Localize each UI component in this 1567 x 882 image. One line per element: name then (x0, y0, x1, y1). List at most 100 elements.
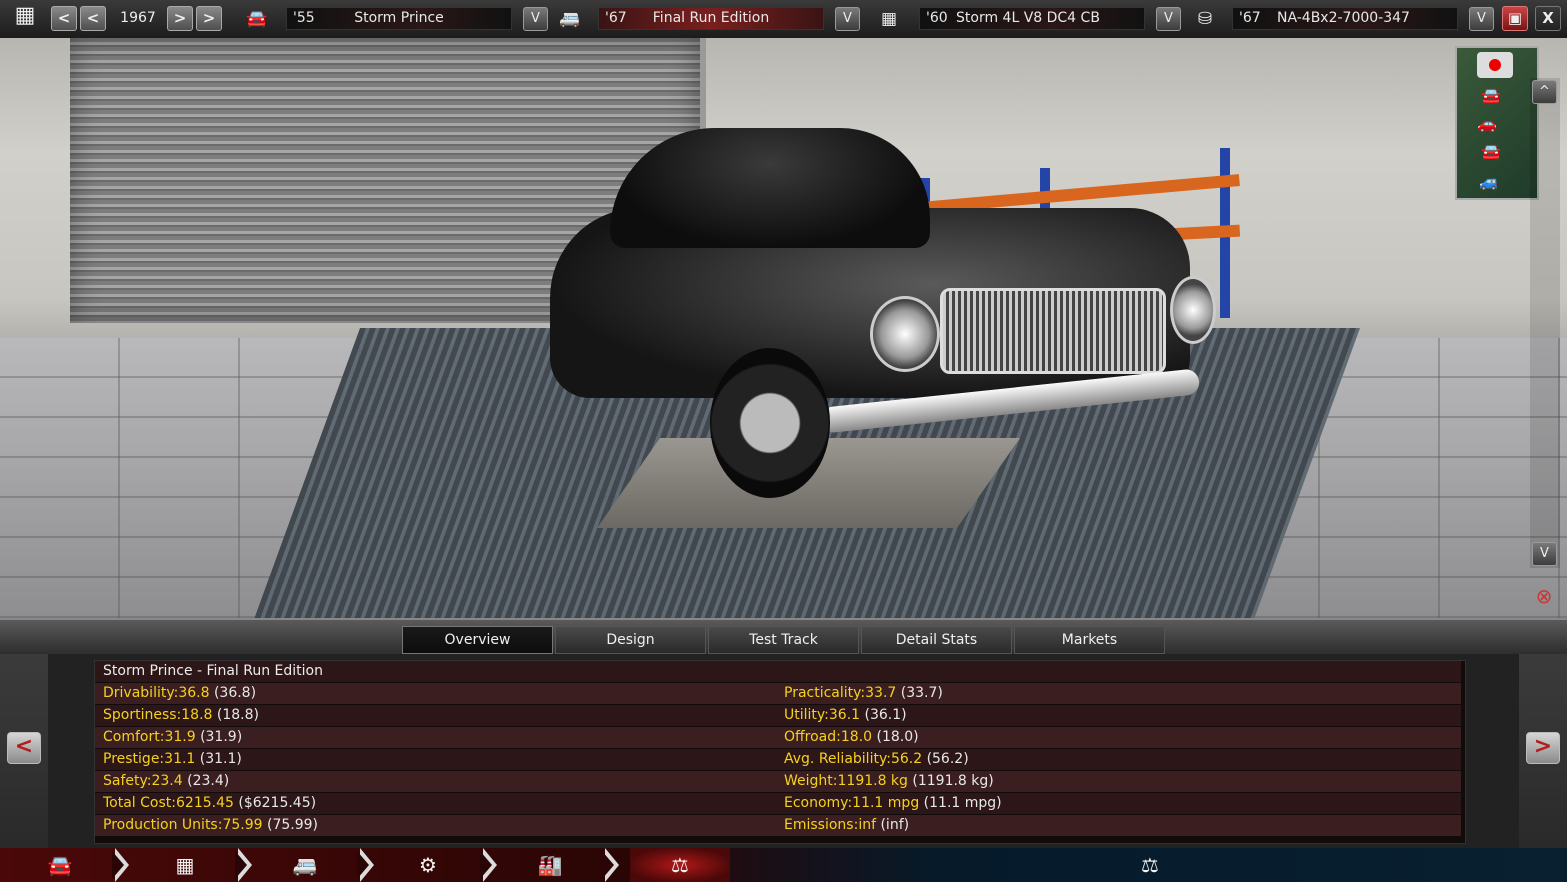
stat-value: 18.0 (840, 729, 873, 745)
chevron-right-icon (357, 848, 374, 882)
model-select[interactable]: '55 Storm Prince (286, 7, 512, 30)
car-model (530, 128, 1216, 498)
stats-row: Prestige:31.1 (31.1) Avg. Reliability:56.… (95, 749, 1461, 770)
stat-right: Emissions:inf (inf) (784, 815, 909, 836)
stats-row: Safety:23.4 (23.4) Weight:1191.8 kg (1191… (95, 771, 1461, 792)
previous-car-button[interactable]: < (7, 732, 41, 764)
van-icon[interactable]: 🚐 (275, 848, 335, 882)
trim-dropdown-button[interactable]: V (835, 7, 860, 31)
chevron-right-icon (480, 848, 497, 882)
compare-scales-icon[interactable]: ⚖ (1120, 848, 1180, 882)
stat-prev: (36.1) (864, 707, 907, 723)
year-back-fast-button[interactable]: < (51, 6, 77, 31)
stat-right: Avg. Reliability:56.2 (56.2) (784, 749, 969, 770)
tab-design[interactable]: Design (555, 626, 706, 654)
top-toolbar: ▦ < < 1967 > > 🚘 '55 Storm Prince V 🚐 '6… (0, 0, 1567, 39)
factory-icon[interactable]: 🏭 (520, 848, 580, 882)
car-3d-viewport[interactable]: 🚘 🚗 🚘 🚙 ^ V ⊗ (0, 38, 1567, 618)
chevron-right-icon (602, 848, 619, 882)
engine-variant-dropdown-button[interactable]: V (1469, 7, 1494, 31)
tab-detail-stats[interactable]: Detail Stats (861, 626, 1012, 654)
close-button[interactable]: X (1535, 6, 1561, 31)
model-dropdown-button[interactable]: V (523, 7, 548, 31)
car-icon[interactable]: 🚘 (30, 848, 90, 882)
tab-overview[interactable]: Overview (402, 626, 553, 654)
camera-panel: 🚘 🚗 🚘 🚙 (1455, 46, 1539, 200)
current-year: 1967 (120, 10, 156, 26)
view-rear-icon[interactable]: 🚘 (1481, 86, 1501, 105)
scroll-down-button[interactable]: V (1532, 542, 1557, 566)
stat-value: 1191.8 kg (837, 773, 908, 789)
head-gear-icon[interactable]: ⚙ (398, 848, 458, 882)
stat-label: Comfort: (103, 729, 165, 745)
stats-table: Storm Prince - Final Run Edition Drivabi… (94, 660, 1466, 844)
stat-prev: (18.8) (216, 707, 259, 723)
chevron-right-icon (112, 848, 129, 882)
view-side-icon[interactable]: 🚗 (1477, 114, 1497, 133)
stat-left: Drivability:36.8 (36.8) (103, 683, 256, 704)
stats-row: Total Cost:6215.45 ($6215.45) Economy:11.… (95, 793, 1461, 814)
stat-right: Practicality:33.7 (33.7) (784, 683, 943, 704)
engine-select[interactable]: '60 Storm 4L V8 DC4 CB (919, 7, 1145, 30)
stat-prev: (56.2) (926, 751, 969, 767)
front-wheel (710, 348, 830, 498)
tab-markets[interactable]: Markets (1014, 626, 1165, 654)
stat-value: 36.1 (828, 707, 861, 723)
year-back-button[interactable]: < (80, 6, 106, 31)
stats-row: Drivability:36.8 (36.8) Practicality:33.7… (95, 683, 1461, 704)
year-forward-fast-button[interactable]: > (196, 6, 222, 31)
engine-name: Storm 4L V8 DC4 CB (956, 10, 1100, 26)
tab-bar: Overview Design Test Track Detail Stats … (0, 618, 1567, 656)
left-headlight (870, 296, 940, 372)
scales-icon[interactable]: ⚖ (630, 848, 730, 882)
stat-right: Utility:36.1 (36.1) (784, 705, 907, 726)
reset-view-icon[interactable]: ⊗ (1526, 584, 1562, 610)
scroll-up-button[interactable]: ^ (1532, 80, 1557, 104)
stat-label: Sportiness: (103, 707, 182, 723)
tab-test-track[interactable]: Test Track (708, 626, 859, 654)
view-front-icon[interactable]: 🚘 (1481, 142, 1501, 161)
stats-row: Production Units:75.99 (75.99) Emissions:… (95, 815, 1461, 836)
engine-icon[interactable]: ▦ (155, 848, 215, 882)
stat-label: Safety: (103, 773, 152, 789)
stat-label: Offroad: (784, 729, 841, 745)
engine-variant-select[interactable]: '67 NA-4Bx2-7000-347 (1232, 7, 1458, 30)
right-headlight (1170, 276, 1216, 344)
stat-prev: (31.9) (200, 729, 243, 745)
year-forward-button[interactable]: > (167, 6, 193, 31)
engine-block-icon: ▦ (880, 9, 898, 29)
stats-row: Sportiness:18.8 (18.8) Utility:36.1 (36.1… (95, 705, 1461, 726)
next-car-button[interactable]: > (1526, 732, 1560, 764)
stat-value: 11.1 mpg (852, 795, 920, 811)
stat-prev: (23.4) (187, 773, 230, 789)
stat-right: Economy:11.1 mpg (11.1 mpg) (784, 793, 1002, 814)
engine-dropdown-button[interactable]: V (1156, 7, 1181, 31)
stat-right: Weight:1191.8 kg (1191.8 kg) (784, 771, 994, 792)
model-name: Storm Prince (354, 10, 444, 26)
stat-label: Weight: (784, 773, 838, 789)
view-angle-icon[interactable]: 🚙 (1479, 172, 1499, 191)
save-icon[interactable]: ▣ (1502, 6, 1528, 31)
car-cabin (610, 128, 930, 248)
stat-value: 36.8 (178, 685, 210, 701)
overview-panel: < > Storm Prince - Final Run Edition Dri… (0, 654, 1567, 848)
stat-value: 56.2 (890, 751, 923, 767)
stat-left: Prestige:31.1 (31.1) (103, 749, 242, 770)
right-side-panel: > (1519, 654, 1567, 848)
trim-van-icon: 🚐 (559, 9, 581, 29)
trim-select[interactable]: '67 Final Run Edition (598, 7, 824, 30)
model-car-icon: 🚘 (246, 9, 268, 29)
car-grille (940, 288, 1166, 374)
stat-value: 31.9 (164, 729, 196, 745)
stat-prev: (36.8) (213, 685, 257, 701)
stat-left: Production Units:75.99 (75.99) (103, 815, 318, 836)
stat-left: Sportiness:18.8 (18.8) (103, 705, 259, 726)
view-scrollbar[interactable]: ^ V (1530, 78, 1560, 568)
stats-title: Storm Prince - Final Run Edition (103, 663, 323, 679)
stat-label: Avg. Reliability: (784, 751, 891, 767)
camera-icon[interactable] (1477, 52, 1513, 78)
stat-value: 18.8 (181, 707, 213, 723)
calendar-icon[interactable]: ▦ (10, 5, 40, 27)
stat-label: Production Units: (103, 817, 223, 833)
stat-prev: (1191.8 kg) (912, 773, 994, 789)
